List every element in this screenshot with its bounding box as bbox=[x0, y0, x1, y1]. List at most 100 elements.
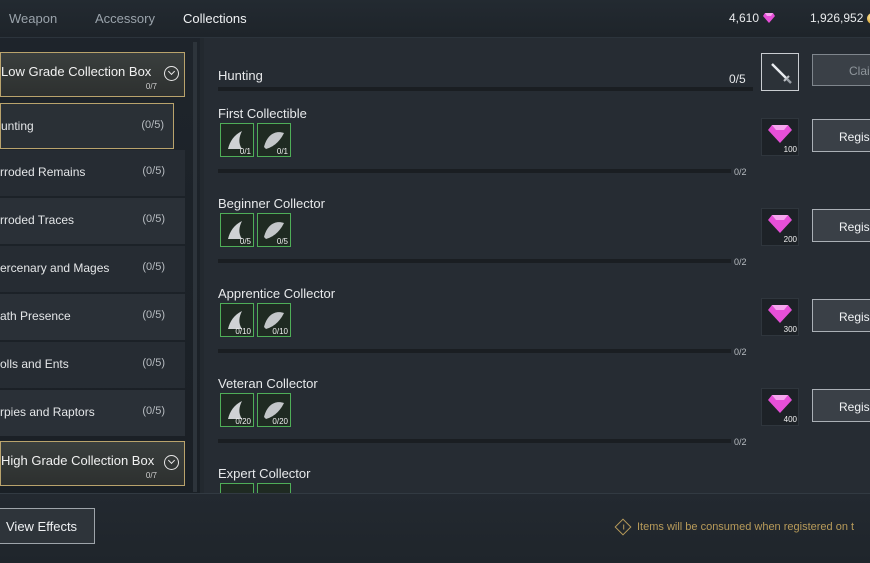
item-quantity: 0/10 bbox=[272, 327, 288, 336]
collection-progress-bar bbox=[218, 87, 753, 91]
monster-item-slot[interactable]: 0/20 bbox=[257, 393, 291, 427]
achievement-progress-bar bbox=[218, 439, 731, 443]
gem-icon bbox=[768, 305, 792, 323]
item-quantity: 0/20 bbox=[272, 417, 288, 426]
low-grade-box-title: Low Grade Collection Box bbox=[1, 64, 152, 79]
gold-currency: 1,926,952 bbox=[810, 11, 870, 25]
category-label: ercenary and Mages bbox=[0, 261, 110, 275]
achievement-progress-bar bbox=[218, 169, 731, 173]
gold-count: 1,926,952 bbox=[810, 11, 864, 25]
category-count: (0/5) bbox=[142, 309, 165, 321]
register-button[interactable]: Regis bbox=[812, 119, 870, 152]
category-item-hunting[interactable]: unting (0/5) bbox=[0, 103, 174, 149]
chevron-down-icon[interactable] bbox=[164, 455, 179, 470]
tab-accessory[interactable]: Accessory bbox=[95, 11, 155, 26]
gem-currency: 4,610 bbox=[729, 11, 776, 25]
category-item-corroded-traces[interactable]: rroded Traces (0/5) bbox=[0, 198, 185, 244]
consume-notice-text: Items will be consumed when registered o… bbox=[637, 521, 855, 533]
item-quantity: 0/5 bbox=[239, 237, 251, 246]
category-item-corroded-remains[interactable]: rroded Remains (0/5) bbox=[0, 150, 185, 196]
category-item-mercenary-and-mages[interactable]: ercenary and Mages (0/5) bbox=[0, 246, 185, 292]
category-label: rroded Remains bbox=[0, 165, 86, 179]
collection-category-list: Low Grade Collection Box 0/7 unting (0/5… bbox=[0, 38, 197, 493]
achievement-progress-bar bbox=[218, 349, 731, 353]
reward-amount: 400 bbox=[783, 415, 797, 424]
achievement-row: Beginner Collector 0/5 0/5 0/2 200 Regis bbox=[200, 196, 870, 286]
category-count: (0/5) bbox=[141, 119, 164, 131]
low-grade-box-count: 0/7 bbox=[145, 82, 157, 91]
gem-icon bbox=[768, 395, 792, 413]
chevron-down-icon[interactable] bbox=[164, 66, 179, 81]
monster-item-slot[interactable]: 0/10 bbox=[257, 303, 291, 337]
achievement-row: Apprentice Collector 0/10 0/10 0/2 300 R… bbox=[200, 286, 870, 376]
category-count: (0/5) bbox=[142, 213, 165, 225]
monster-item-slot[interactable]: 0/10 bbox=[220, 303, 254, 337]
reward-amount: 200 bbox=[783, 235, 797, 244]
sword-reward-button[interactable] bbox=[761, 53, 799, 91]
monster-item-slot[interactable]: 0/20 bbox=[220, 393, 254, 427]
gem-reward: 400 bbox=[761, 388, 799, 426]
register-button[interactable]: Regis bbox=[812, 299, 870, 332]
monster-item-slot[interactable]: 0/5 bbox=[257, 213, 291, 247]
view-effects-button[interactable]: View Effects bbox=[0, 508, 95, 544]
achievement-name: Apprentice Collector bbox=[218, 286, 336, 301]
achievement-row: Expert Collector bbox=[200, 466, 870, 493]
low-grade-box-header[interactable]: Low Grade Collection Box 0/7 bbox=[0, 52, 185, 97]
monster-item-slot[interactable]: 0/5 bbox=[220, 213, 254, 247]
achievement-name: First Collectible bbox=[218, 106, 307, 121]
achievement-name: Beginner Collector bbox=[218, 196, 325, 211]
gem-icon bbox=[768, 215, 792, 233]
category-count: (0/5) bbox=[142, 405, 165, 417]
left-scrollbar[interactable] bbox=[193, 42, 197, 492]
achievement-row: First Collectible 0/1 0/1 0/2 100 Regis bbox=[200, 106, 870, 196]
achievement-progress-count: 0/2 bbox=[734, 347, 747, 357]
item-quantity: 0/1 bbox=[239, 147, 251, 156]
category-count: (0/5) bbox=[142, 357, 165, 369]
item-quantity: 0/20 bbox=[235, 417, 251, 426]
achievement-progress-count: 0/2 bbox=[734, 257, 747, 267]
monster-item-slot[interactable]: 0/1 bbox=[220, 123, 254, 157]
register-button[interactable]: Regis bbox=[812, 209, 870, 242]
item-quantity: 0/10 bbox=[235, 327, 251, 336]
achievement-name: Expert Collector bbox=[218, 466, 311, 481]
bottom-bar: View Effects Items will be consumed when… bbox=[0, 493, 870, 563]
item-quantity: 0/5 bbox=[276, 237, 288, 246]
gem-reward: 200 bbox=[761, 208, 799, 246]
item-quantity: 0/1 bbox=[276, 147, 288, 156]
gem-icon bbox=[768, 125, 792, 143]
category-label: rpies and Raptors bbox=[0, 405, 95, 419]
achievement-name: Veteran Collector bbox=[218, 376, 318, 391]
monster-item-slot[interactable] bbox=[220, 483, 254, 493]
claim-button[interactable]: Clai bbox=[812, 54, 870, 86]
high-grade-box-count: 0/7 bbox=[145, 471, 157, 480]
monster-item-slot[interactable] bbox=[257, 483, 291, 493]
gem-icon bbox=[763, 13, 776, 23]
category-label: ath Presence bbox=[0, 309, 71, 323]
category-item-harpies-and-raptors[interactable]: rpies and Raptors (0/5) bbox=[0, 390, 185, 436]
category-item-trolls-and-ents[interactable]: olls and Ents (0/5) bbox=[0, 342, 185, 388]
consume-notice: Items will be consumed when registered o… bbox=[614, 518, 855, 536]
category-count: (0/5) bbox=[142, 165, 165, 177]
category-item-death-presence[interactable]: ath Presence (0/5) bbox=[0, 294, 185, 340]
sword-icon bbox=[771, 63, 792, 84]
category-label: unting bbox=[1, 119, 34, 133]
warning-icon bbox=[614, 518, 632, 536]
high-grade-box-header[interactable]: High Grade Collection Box 0/7 bbox=[0, 441, 185, 486]
gem-reward: 100 bbox=[761, 118, 799, 156]
category-label: rroded Traces bbox=[0, 213, 75, 227]
collection-title: Hunting bbox=[218, 68, 263, 83]
achievement-progress-count: 0/2 bbox=[734, 437, 747, 447]
register-button[interactable]: Regis bbox=[812, 389, 870, 422]
reward-amount: 300 bbox=[783, 325, 797, 334]
monster-item-slot[interactable]: 0/1 bbox=[257, 123, 291, 157]
achievement-row: Veteran Collector 0/20 0/20 0/2 400 Regi… bbox=[200, 376, 870, 466]
gem-count: 4,610 bbox=[729, 11, 760, 25]
collection-detail-panel: Hunting 0/5 Clai First Collectible 0/1 0… bbox=[200, 38, 870, 493]
category-label: olls and Ents bbox=[0, 357, 69, 371]
collection-progress-count: 0/5 bbox=[729, 72, 746, 86]
tab-weapon[interactable]: Weapon bbox=[9, 11, 57, 26]
reward-amount: 100 bbox=[783, 145, 797, 154]
achievement-progress-bar bbox=[218, 259, 731, 263]
tab-collections[interactable]: Collections bbox=[183, 11, 247, 26]
high-grade-box-title: High Grade Collection Box bbox=[1, 453, 155, 468]
